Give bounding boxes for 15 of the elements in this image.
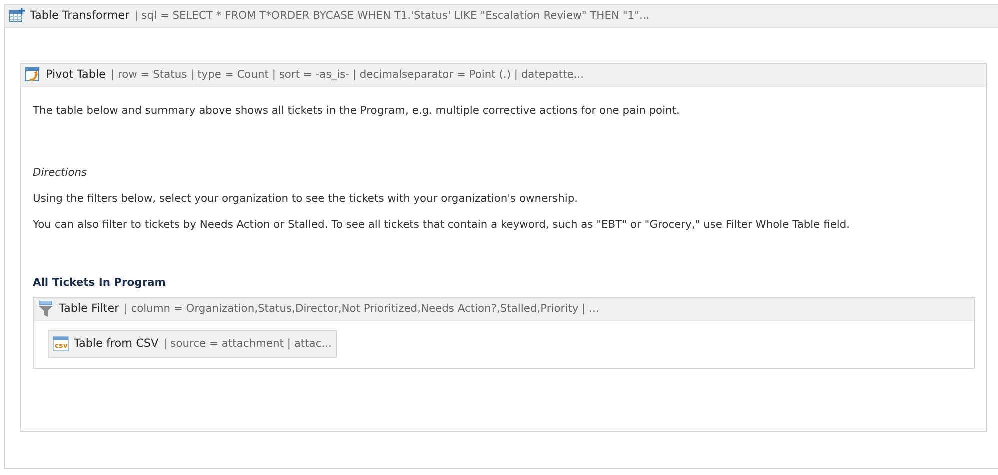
macro-parameters: | source = attachment | attac... [164,336,332,352]
paragraph: You can also filter to tickets by Needs Action or Stalled. To see all tickets that contain a keyword, such as "EBT" or "Grocery," use Filter Whole Table field. [33,217,852,234]
macro-parameters: | sql = SELECT * FROM T*ORDER BYCASE WHEN T1.'Status' LIKE "Escalation Review" THEN "1"... [134,8,650,24]
macro-title: Table Filter [59,300,120,317]
macro-title: Table from CSV [74,336,159,352]
macro-parameters: | column = Organization,Status,Director,Not Prioritized,Needs Action?,Stalled,Priority | ... [124,301,600,318]
macro-title: Table Transformer [30,8,130,24]
paragraph: Using the filters below, select your organization to see the tickets with your organization's ownership. [33,191,580,208]
macro-title: Pivot Table [46,66,106,83]
filter-icon [38,301,54,318]
section-heading: All Tickets In Program [33,275,167,292]
table-plus-icon [9,8,25,24]
section-heading: Directions [33,165,88,182]
macro-parameters: | row = Status | type = Count | sort = -as_is- | decimalseparator = Point (.) | datepatte... [110,66,584,83]
paragraph: The table below and summary above shows all tickets in the Program, e.g. multiple corrective actions for one pain point. [33,103,681,119]
